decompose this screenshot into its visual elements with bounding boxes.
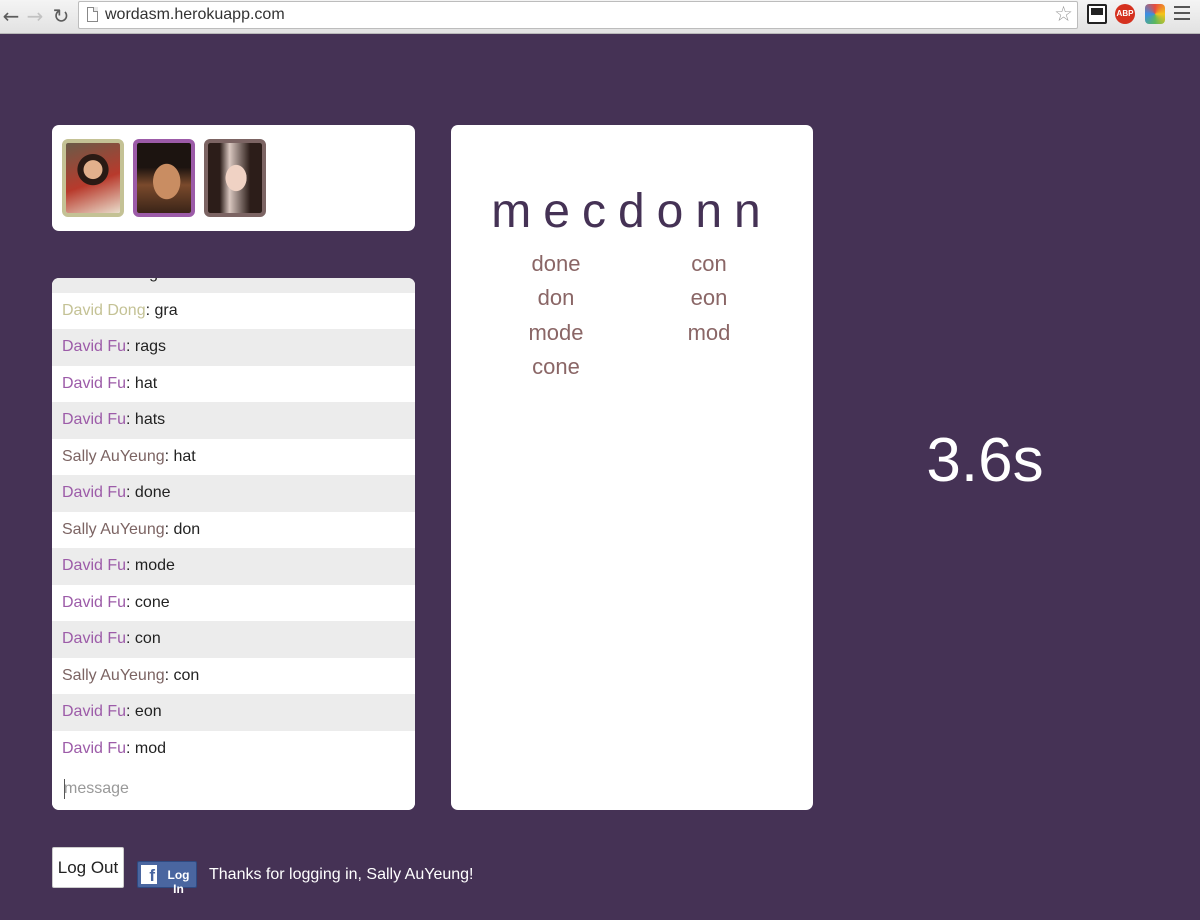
chat-message-text: rags (134, 338, 167, 355)
chat-message: David Fu: rag (52, 278, 415, 293)
found-word: don (537, 285, 575, 311)
chat-message: David Dong: gra (52, 292, 415, 329)
found-word: mod (687, 319, 731, 345)
chat-message-text: mode (134, 557, 175, 574)
chat-message-text: done (134, 484, 171, 501)
chat-message-text: cone (134, 593, 170, 611)
facebook-login-label: Log In (167, 868, 190, 896)
chat-message-text: hats (134, 411, 166, 428)
letter-rack: mecdonn (491, 185, 773, 238)
players-panel (52, 125, 415, 231)
adblock-icon[interactable]: ABP (1115, 4, 1135, 24)
chat-message-author: David Fu (62, 557, 127, 574)
found-word: con (691, 251, 727, 276)
chat-message-text: rag (135, 278, 158, 282)
chat-message-author: Sally AuYeung (62, 447, 165, 465)
chat-message: David Fu: cone (52, 584, 415, 621)
chat-message-text: eon (134, 703, 162, 720)
menu-icon[interactable] (1174, 6, 1190, 24)
facebook-login-button[interactable]: f Log In (137, 861, 197, 896)
timer: 3.6s (926, 426, 1044, 495)
chat-message: David Fu: con (52, 621, 415, 658)
chat-message-author: David Fu (62, 630, 127, 647)
chat-message-text: mod (134, 739, 167, 757)
chat-message: Sally AuYeung: con (52, 657, 415, 694)
chat-message-text: con (173, 666, 200, 684)
chat-message: Sally AuYeung: hat (52, 438, 415, 475)
chat-message: David Fu: mod (52, 730, 415, 767)
bookmark-star-icon[interactable]: ☆ (1054, 2, 1073, 26)
url-text[interactable]: wordasm.herokuapp.com (105, 6, 285, 24)
chat-message-text: hat (173, 447, 196, 465)
chat-message-text: con (134, 630, 161, 647)
found-word: eon (690, 285, 728, 311)
avatar-david-dong (62, 139, 124, 217)
browser-toolbar: ← → ↻ wordasm.herokuapp.com ☆ ABP (0, 0, 1200, 34)
chat-message: David Fu: rags (52, 329, 415, 366)
chat-message-author: David Fu (62, 593, 127, 611)
chat-message-author: David Fu (62, 484, 127, 501)
chat-message-text: gra (154, 301, 178, 319)
chat-message: David Fu: done (52, 475, 415, 512)
chat-message: Sally AuYeung: don (52, 511, 415, 548)
message-input[interactable] (52, 768, 415, 810)
page-icon (87, 7, 98, 22)
chat-message-author: David Dong (62, 301, 146, 319)
found-words-column-1: done don mode cone (501, 249, 611, 386)
extension-color-icon[interactable] (1145, 4, 1165, 24)
found-word: mode (528, 319, 584, 345)
chat-message-text: don (173, 520, 201, 538)
avatar-sally-auyeung (204, 139, 266, 217)
chat-message-author: David Fu (62, 374, 127, 392)
forward-arrow-icon[interactable]: → (24, 5, 46, 27)
chat-message-author: David Fu (62, 411, 127, 428)
extension-icon[interactable] (1087, 4, 1107, 24)
found-words-column-2: con eon mod (654, 249, 764, 352)
welcome-message: Thanks for logging in, Sally AuYeung! (209, 866, 474, 883)
chat-message-list[interactable]: David Fu: ragDavid Dong: graDavid Fu: ra… (52, 278, 415, 767)
chat-message: David Fu: eon (52, 694, 415, 731)
back-arrow-icon[interactable]: ← (0, 5, 22, 27)
chat-message-author: David Fu (62, 739, 127, 757)
chat-message-author: Sally AuYeung (62, 666, 165, 684)
address-bar[interactable]: wordasm.herokuapp.com ☆ (78, 1, 1078, 29)
chat-panel: David Fu: ragDavid Dong: graDavid Fu: ra… (52, 278, 415, 810)
text-caret (64, 779, 65, 799)
chat-message-author: David Fu (62, 338, 127, 355)
chat-message: David Fu: mode (52, 548, 415, 585)
chat-message: David Fu: hat (52, 365, 415, 402)
game-board: mecdonn done don mode cone con eon mod (451, 125, 813, 810)
chat-message-text: hat (134, 374, 158, 392)
facebook-icon: f (141, 865, 157, 884)
found-word: cone (532, 353, 580, 379)
chat-message-author: David Fu (62, 278, 126, 282)
reload-icon[interactable]: ↻ (50, 5, 72, 27)
chat-message-author: David Fu (62, 703, 127, 720)
avatar-david-fu (133, 139, 195, 217)
logout-button[interactable]: Log Out (52, 847, 124, 888)
found-word: done (531, 251, 581, 276)
chat-message: David Fu: hats (52, 402, 415, 439)
chat-message-author: Sally AuYeung (62, 520, 165, 538)
